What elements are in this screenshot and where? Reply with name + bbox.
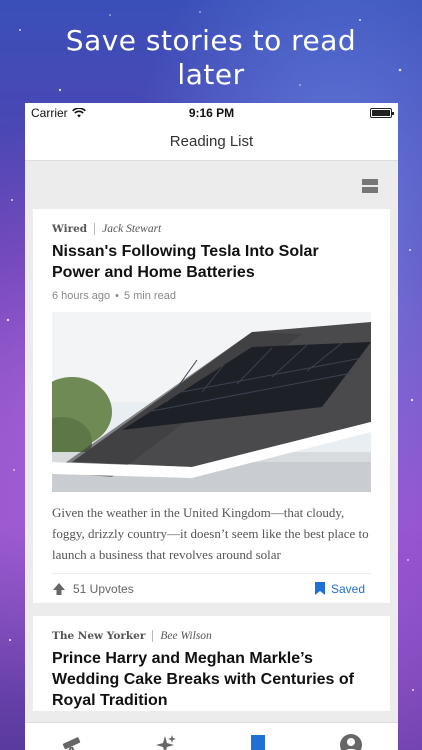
- bookmark-filled-icon: [314, 582, 325, 595]
- meta-divider: [152, 630, 154, 642]
- tab-profile[interactable]: [339, 733, 363, 750]
- battery-icon: [370, 108, 394, 118]
- saved-button[interactable]: Saved: [314, 581, 371, 596]
- page-title: Reading List: [25, 123, 398, 161]
- upvote-count: 51 Upvotes: [73, 581, 134, 596]
- saved-label: Saved: [330, 581, 365, 596]
- article-card[interactable]: Wired Jack Stewart Nissan's Following Te…: [33, 209, 390, 603]
- sparkles-icon: [155, 735, 176, 750]
- author-name: Jack Stewart: [102, 223, 162, 235]
- article-subinfo: 6 hours ago • 5 min read: [52, 290, 176, 302]
- article-age: 6 hours ago: [52, 290, 111, 302]
- phone-screen: Carrier 9:16 PM Reading List Wired Jack …: [25, 103, 398, 750]
- meta-divider: [94, 223, 96, 235]
- tab-for-you[interactable]: [153, 733, 177, 750]
- layout-toggle-icon[interactable]: [362, 179, 378, 193]
- article-title[interactable]: Nissan's Following Tesla Into Solar Powe…: [52, 241, 371, 283]
- tab-reading-list[interactable]: [246, 733, 270, 750]
- article-excerpt: Given the weather in the United Kingdom—…: [52, 505, 369, 562]
- article-card[interactable]: The New Yorker Bee Wilson Prince Harry a…: [33, 616, 390, 711]
- tab-discover[interactable]: [60, 733, 84, 750]
- publication-name: Wired: [52, 223, 88, 235]
- upvote-arrow-icon: [53, 582, 65, 595]
- clock: 9:16 PM: [188, 106, 235, 120]
- promo-line-1: Save stories to read: [65, 24, 357, 57]
- profile-icon: [340, 734, 363, 750]
- article-meta: The New Yorker Bee Wilson: [52, 630, 371, 642]
- read-time: 5 min read: [123, 290, 176, 302]
- promo-headline: Save stories to read later: [0, 24, 422, 92]
- list-toolbar: [25, 161, 398, 209]
- publication-name: The New Yorker: [52, 630, 146, 642]
- article-title[interactable]: Prince Harry and Meghan Markle’s Wedding…: [52, 648, 371, 711]
- telescope-icon: [62, 737, 80, 750]
- tab-bar: [25, 722, 398, 750]
- article-actions: 51 Upvotes Saved: [52, 573, 371, 603]
- upvote-button[interactable]: 51 Upvotes: [52, 582, 134, 596]
- author-name: Bee Wilson: [160, 630, 212, 642]
- status-bar: Carrier 9:16 PM: [25, 103, 398, 123]
- article-meta: Wired Jack Stewart: [52, 223, 371, 235]
- promo-line-2: later: [177, 58, 245, 91]
- bookmark-icon: [251, 735, 266, 750]
- article-image[interactable]: [52, 312, 371, 492]
